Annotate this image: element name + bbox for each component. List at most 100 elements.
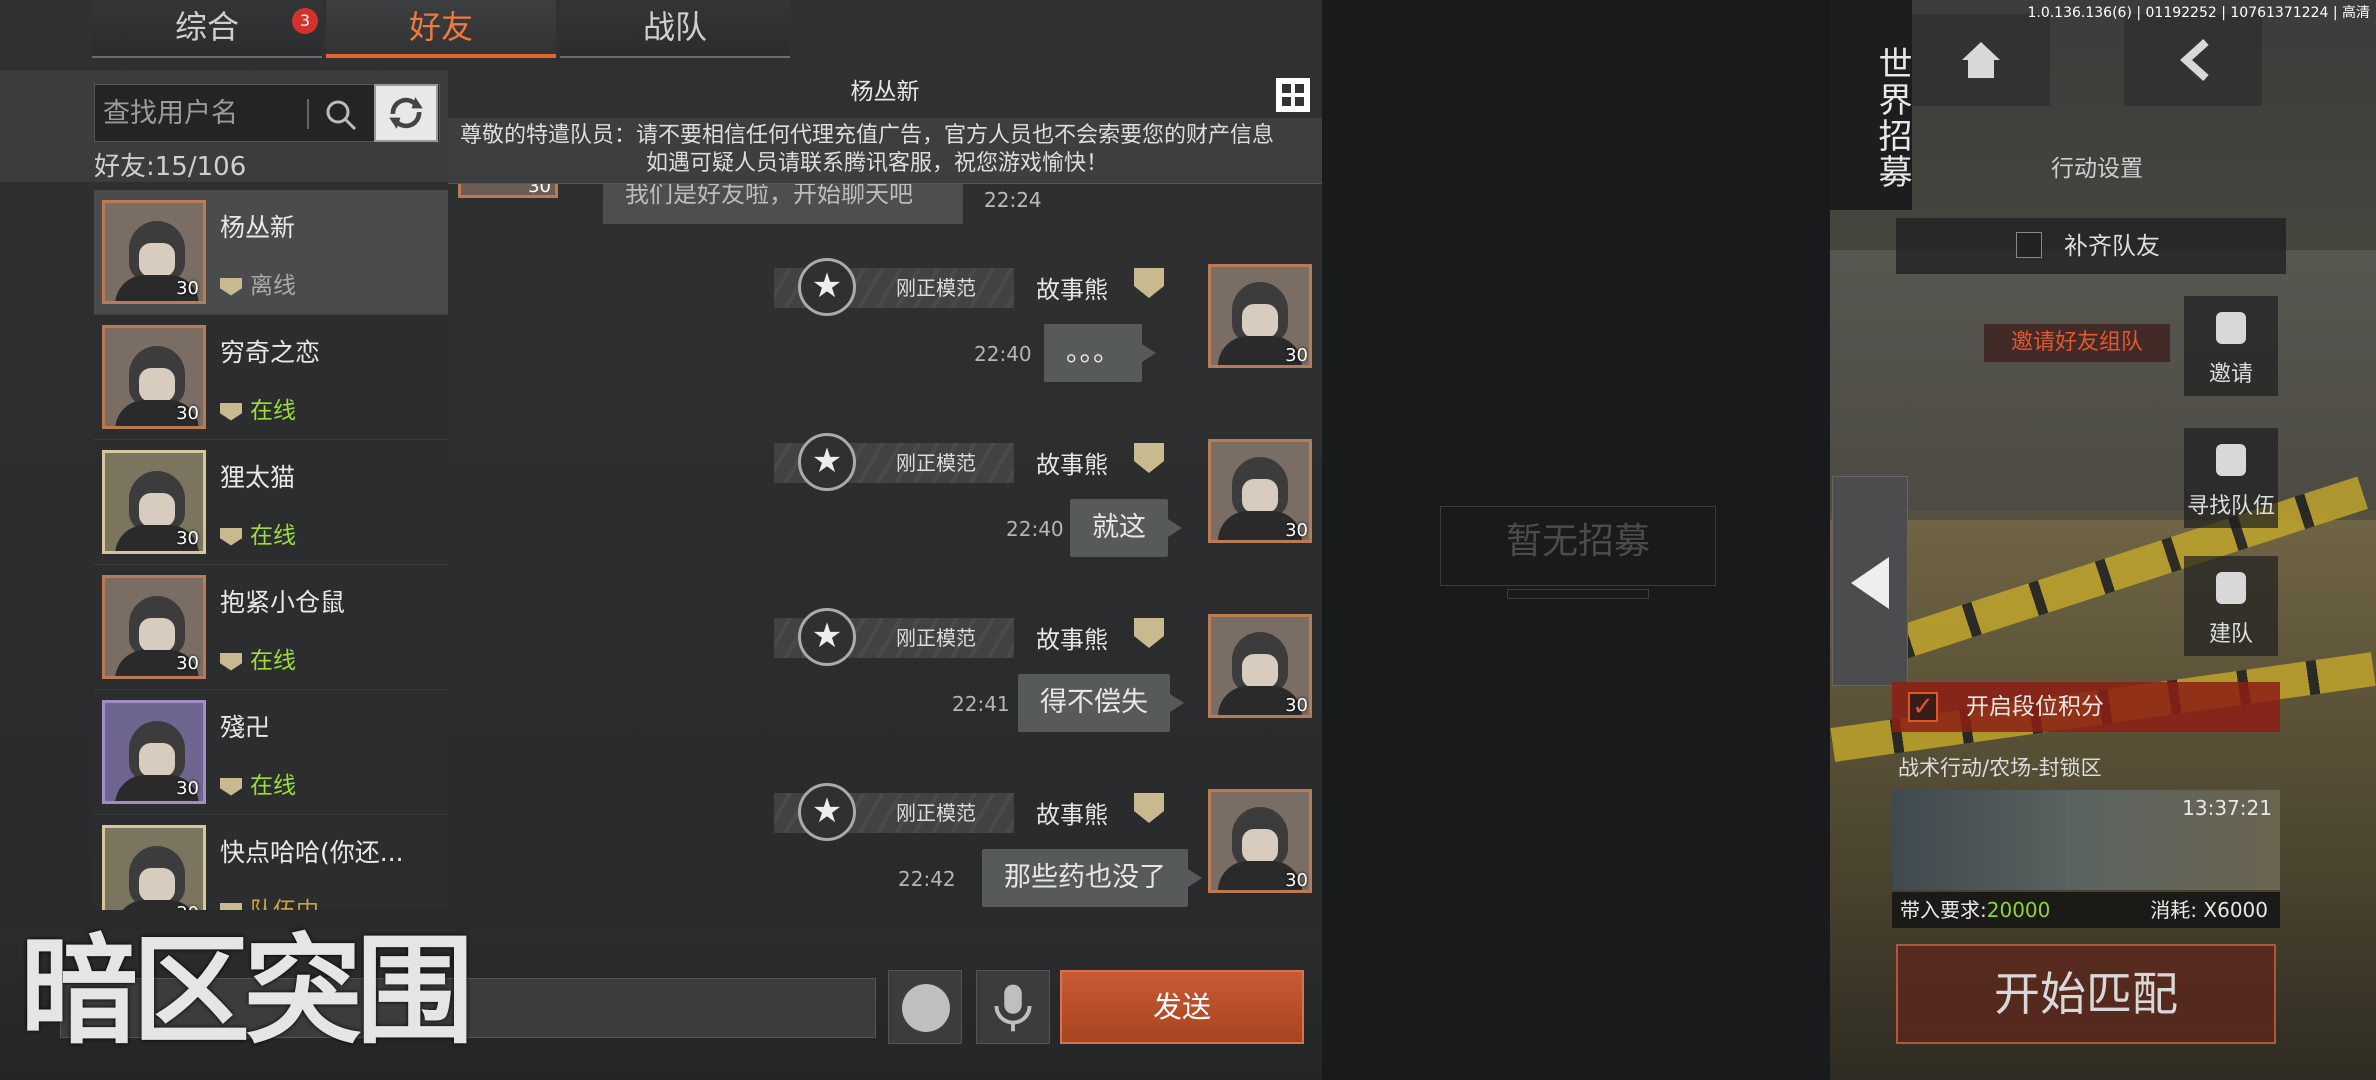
star-badge-icon: ★ [798, 608, 856, 666]
rank-icon [220, 527, 242, 546]
fill-team-toggle[interactable]: 补齐队友 [1896, 218, 2286, 274]
home-button[interactable] [1912, 14, 2050, 106]
grid-menu-button[interactable] [1276, 78, 1310, 112]
message-bubble: 就这 [1070, 499, 1182, 557]
entry-requirement: 带入要求:20000 消耗: X6000 [1892, 892, 2280, 928]
message-bubble: 那些药也没了 [982, 849, 1202, 907]
map-preview[interactable]: 13:37:21 [1892, 790, 2280, 890]
rank-points-checkbox[interactable]: ✓ [1908, 692, 1938, 722]
status-text: 在线 [250, 773, 296, 799]
map-name[interactable]: 战术行动/农场-封锁区 [1892, 748, 2280, 788]
version-info: 1.0.136.136(6) | 01192252 | 10761371224 … [2027, 5, 2370, 21]
chat-message: ★ 刚正模范 故事熊 那些药也没了 22:42 30 [448, 779, 1322, 914]
level-label: 30 [176, 778, 199, 799]
friend-item[interactable]: 30 杨丛新 离线 [94, 190, 448, 315]
message-time: 22:24 [984, 188, 1042, 212]
star-badge-icon: ★ [798, 783, 856, 841]
sender-name: 故事熊 [1036, 276, 1108, 304]
friend-item[interactable]: 30 快点哈哈(你还... 队伍中 [94, 815, 448, 910]
back-icon [2180, 39, 2209, 81]
friend-list: 30 杨丛新 离线 30 穷奇之恋 在线 30 狸太猫 在线 30 抱紧小仓鼠 … [94, 190, 448, 910]
search-separator [307, 99, 309, 129]
tab-squad[interactable]: 战队 [560, 0, 790, 58]
avatar: 30 [102, 575, 206, 679]
friend-item[interactable]: 30 殘卍 在线 [94, 690, 448, 815]
chat-panel: 综合 3 好友 战队 查找用户名 好友:15/106 30 杨丛新 离线 30 … [0, 0, 1322, 1080]
voice-icon [994, 984, 1032, 1032]
tab-label: 好友 [408, 8, 473, 46]
tab-general[interactable]: 综合 3 [92, 0, 322, 58]
refresh-button[interactable] [374, 84, 438, 142]
tab-friends[interactable]: 好友 [326, 0, 556, 58]
chat-message: ★ 刚正模范 故事熊 。。。 22:40 30 [448, 254, 1322, 404]
friend-name: 抱紧小仓鼠 [220, 588, 346, 617]
invite-friends-team[interactable]: 邀请好友组队 [1984, 324, 2170, 362]
add-user-icon [2216, 312, 2246, 344]
back-button[interactable] [2124, 14, 2262, 106]
send-button[interactable]: 发送 [1060, 970, 1304, 1044]
unread-badge: 3 [292, 8, 318, 34]
flag-icon [2216, 444, 2246, 476]
rank-icon [220, 652, 242, 671]
level-label: 30 [1285, 870, 1308, 891]
message-time: 22:41 [952, 692, 1010, 716]
message-bubble: 我们是好友啦，开始聊天吧 [603, 184, 963, 224]
friend-name: 快点哈哈(你还... [220, 838, 404, 867]
sender-name: 故事熊 [1036, 626, 1108, 654]
game-logo: 暗区突围 [20, 922, 474, 1060]
avatar: 30 [1208, 614, 1312, 718]
player-title: 刚正模范 [896, 276, 976, 300]
fill-team-checkbox[interactable] [2016, 232, 2042, 258]
level-label: 30 [1285, 695, 1308, 716]
star-badge-icon: ★ [798, 258, 856, 316]
friend-name: 穷奇之恋 [220, 338, 321, 367]
requirement-label: 带入要求: [1900, 898, 1987, 922]
start-match-button[interactable]: 开始匹配 [1896, 944, 2276, 1044]
status-text: 在线 [250, 523, 296, 549]
search-icon[interactable] [323, 97, 359, 133]
collapse-panel-button[interactable] [1832, 476, 1908, 686]
friend-item[interactable]: 30 穷奇之恋 在线 [94, 315, 448, 440]
rank-icon [220, 277, 242, 296]
message-bubble: 。。。 [1044, 324, 1156, 382]
friend-name: 狸太猫 [220, 463, 296, 492]
rank-icon [1134, 268, 1164, 298]
cost: 消耗: X6000 [2150, 892, 2268, 928]
level-label: 30 [176, 403, 199, 424]
status-text: 在线 [250, 398, 296, 424]
friend-item[interactable]: 30 抱紧小仓鼠 在线 [94, 565, 448, 690]
create-team-label: 建队 [2208, 622, 2253, 647]
action-settings-label: 行动设置 [2051, 156, 2143, 182]
arrow-left-icon [1851, 557, 1889, 609]
avatar: 30 [102, 200, 206, 304]
friend-item[interactable]: 30 狸太猫 在线 [94, 440, 448, 565]
level-label: 30 [1285, 520, 1308, 541]
action-settings[interactable]: 行动设置 [1912, 140, 2282, 198]
rank-points-toggle[interactable]: ✓ 开启段位积分 [1892, 682, 2280, 732]
level-label: 30 [176, 528, 199, 549]
rank-icon [220, 402, 242, 421]
status-text: 离线 [250, 273, 296, 299]
invite-button[interactable]: 邀请 [2184, 296, 2278, 396]
search-input[interactable] [103, 93, 303, 133]
voice-button[interactable] [976, 970, 1050, 1044]
avatar: 30 [1208, 264, 1312, 368]
avatar: 30 [1208, 789, 1312, 893]
emoji-icon [902, 984, 950, 1032]
sender-name: 故事熊 [1036, 801, 1108, 829]
rank-icon [1134, 618, 1164, 648]
status-text: 在线 [250, 648, 296, 674]
find-team-button[interactable]: 寻找队伍 [2184, 428, 2278, 528]
create-team-button[interactable]: 建队 [2184, 556, 2278, 656]
friend-status: 离线 [220, 266, 296, 300]
friend-status: 在线 [220, 766, 296, 800]
emoji-button[interactable] [888, 970, 962, 1044]
requirement-value: 20000 [1986, 898, 2051, 922]
cost-value: X6000 [2203, 898, 2268, 922]
invite-label: 邀请 [2208, 362, 2253, 387]
world-recruit-tab[interactable]: 世界招募 [1830, 0, 1912, 210]
avatar: 30 [102, 700, 206, 804]
rank-icon [1134, 443, 1164, 473]
level-label: 30 [1285, 345, 1308, 366]
fill-team-label: 补齐队友 [2064, 232, 2160, 260]
